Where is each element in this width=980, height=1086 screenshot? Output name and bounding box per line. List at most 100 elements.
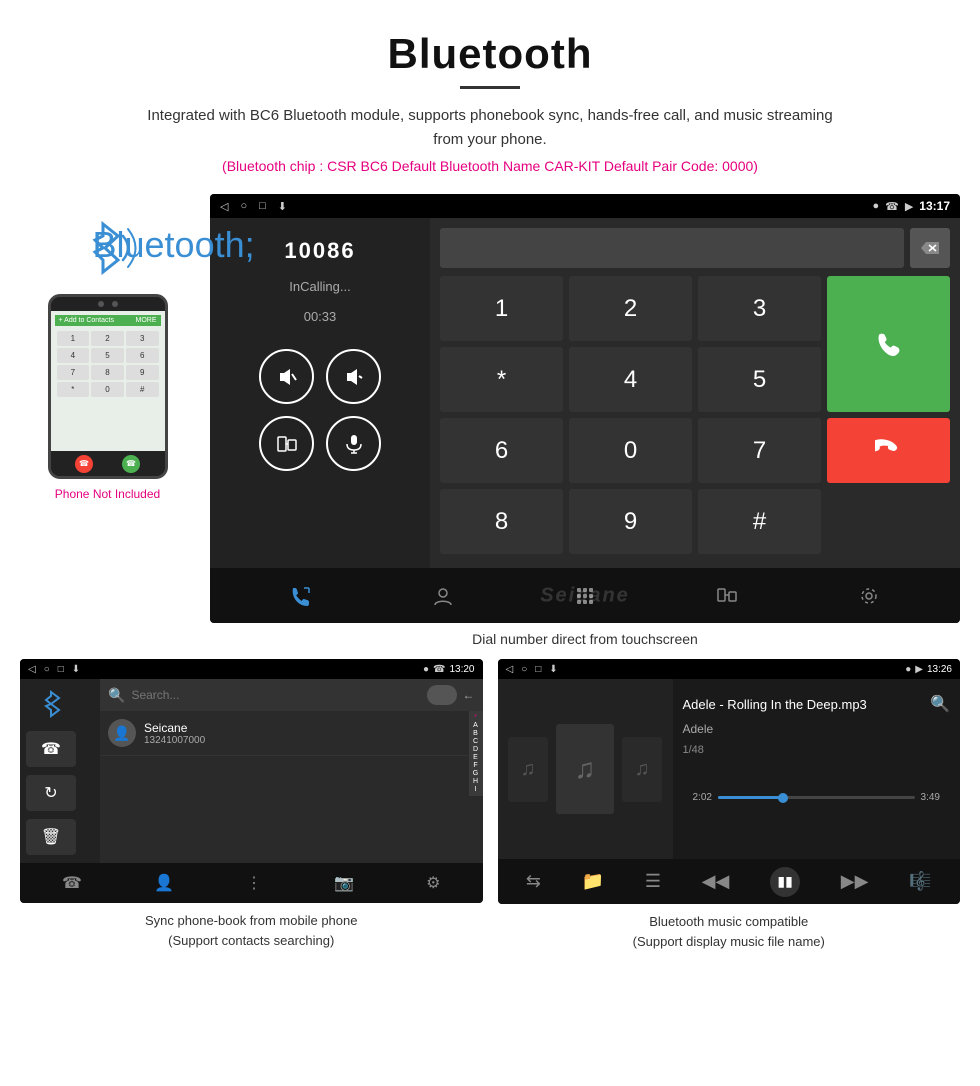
music-playlist-button[interactable]: ☰	[645, 871, 661, 892]
dialpad-key-5[interactable]: 5	[698, 347, 821, 412]
status-time: 13:17	[919, 199, 950, 213]
pb-status-left: ◁ ○ □ ⬇	[28, 662, 80, 676]
bluetooth-icon-area: Bluetooth;	[73, 214, 143, 284]
call-controls	[259, 349, 381, 471]
caller-panel: 10086 InCalling... 00:33	[210, 218, 430, 568]
music-next-button[interactable]: ▶▶	[841, 871, 869, 892]
volume-down-button[interactable]	[326, 349, 381, 404]
music-album-art-next: ♫	[622, 737, 663, 802]
pb-back-arrow[interactable]: ←	[463, 688, 475, 702]
phone-end-call-button[interactable]: ☎	[75, 455, 93, 473]
phone-key-hash[interactable]: #	[126, 382, 159, 397]
music-signal-icon: ▶	[915, 664, 923, 675]
phone-call-button[interactable]: ☎	[122, 455, 140, 473]
music-controls: ⇆ 📁 ☰ ◀◀ ▮▮ ▶▶ 🎼	[498, 859, 961, 904]
pb-nav-settings-icon[interactable]: ⚙	[426, 873, 440, 893]
volume-up-button[interactable]	[259, 349, 314, 404]
pb-index-a: A	[469, 722, 483, 729]
pb-alphabetical-index: * A B C D E F G H I	[469, 711, 483, 796]
recent-nav-icon: □	[259, 200, 266, 212]
call-answer-button[interactable]	[827, 276, 950, 412]
pb-call-sidebar-button[interactable]: ☎	[26, 731, 76, 767]
phone-key-8[interactable]: 8	[91, 365, 124, 380]
music-progress-dot	[778, 793, 788, 803]
caption-phonebook-2: (Support contacts searching)	[168, 933, 334, 948]
transfer-call-button[interactable]	[259, 416, 314, 471]
nav-phone-icon[interactable]	[290, 585, 312, 607]
phone-screen: + Add to Contacts MORE 1 2 3 4 5 6 7 8 9…	[51, 311, 165, 451]
music-home-icon: ○	[521, 664, 527, 675]
call-end-button[interactable]	[827, 418, 950, 483]
call-row-bottom	[259, 416, 381, 471]
dialpad-key-0[interactable]: 0	[569, 418, 692, 483]
status-right: ● ☎ ▶ 13:17	[872, 199, 950, 213]
music-progress-fill	[718, 796, 783, 799]
pb-delete-button[interactable]: 🗑	[26, 819, 76, 855]
bluetooth-symbol-icon: Bluetooth;	[93, 224, 255, 266]
music-search-icon[interactable]: 🔍	[930, 694, 950, 714]
dialpad-key-3[interactable]: 3	[698, 276, 821, 341]
caller-number: 10086	[284, 238, 355, 264]
pb-bluetooth-icon[interactable]	[26, 687, 76, 723]
phone-speaker-dot	[112, 301, 118, 307]
nav-contacts-icon[interactable]	[432, 585, 454, 607]
pb-contact-item[interactable]: 👤 Seicane 13241007000	[100, 711, 469, 756]
dialpad-key-7[interactable]: 7	[698, 418, 821, 483]
pb-time: 13:20	[449, 664, 474, 675]
dialpad-key-2[interactable]: 2	[569, 276, 692, 341]
dialpad-panel: 1 2 3 * 4 5 6 0 7 8 9 #	[430, 218, 960, 568]
end-call-icon	[875, 437, 903, 465]
dialpad-key-8[interactable]: 8	[440, 489, 563, 554]
music-body: ♫ ♫ ♫ Adele - Rolling In the Deep.mp3 🔍 …	[498, 679, 961, 859]
pb-search-input[interactable]	[131, 688, 420, 702]
pb-nav-phone-icon[interactable]: ☎	[62, 873, 82, 893]
dialpad-key-hash[interactable]: #	[698, 489, 821, 554]
phone-key-0[interactable]: 0	[91, 382, 124, 397]
answer-call-icon	[875, 330, 903, 358]
caption-music-1: Bluetooth music compatible	[649, 914, 808, 929]
music-play-pause-button[interactable]: ▮▮	[770, 867, 800, 897]
caption-phonebook-1: Sync phone-book from mobile phone	[145, 913, 357, 928]
phone-key-3[interactable]: 3	[126, 331, 159, 346]
bluetooth-specs: (Bluetooth chip : CSR BC6 Default Blueto…	[20, 158, 960, 174]
caption-phonebook: Sync phone-book from mobile phone (Suppo…	[20, 911, 483, 950]
music-album-art-small: ♫	[508, 737, 549, 802]
music-current-time: 2:02	[693, 792, 712, 803]
dialpad-key-6[interactable]: 6	[440, 418, 563, 483]
mute-button[interactable]	[326, 416, 381, 471]
music-position: 1/48	[683, 744, 951, 756]
phone-key-5[interactable]: 5	[91, 348, 124, 363]
pb-index-b: B	[469, 730, 483, 737]
phone-key-7[interactable]: 7	[57, 365, 90, 380]
music-prev-button[interactable]: ◀◀	[702, 871, 730, 892]
pb-nav-contacts-icon[interactable]: 👤	[154, 873, 174, 893]
phone-key-2[interactable]: 2	[91, 331, 124, 346]
phone-key-9[interactable]: 9	[126, 365, 159, 380]
music-eq-button[interactable]: 🎼	[909, 871, 931, 892]
pb-nav-dialpad-icon[interactable]: ⋮	[246, 873, 262, 893]
title-underline	[460, 86, 520, 89]
music-folder-button[interactable]: 📁	[582, 871, 604, 892]
nav-settings-icon[interactable]	[858, 585, 880, 607]
music-progress-bar[interactable]	[718, 796, 915, 799]
page-description: Integrated with BC6 Bluetooth module, su…	[140, 104, 840, 152]
pb-recent-icon: □	[58, 664, 64, 675]
dialpad-key-4[interactable]: 4	[569, 347, 692, 412]
phone-key-star[interactable]: *	[57, 382, 90, 397]
phone-key-4[interactable]: 4	[57, 348, 90, 363]
phone-key-6[interactable]: 6	[126, 348, 159, 363]
pb-index-g: G	[469, 770, 483, 777]
dialpad-key-1[interactable]: 1	[440, 276, 563, 341]
music-shuffle-button[interactable]: ⇆	[526, 871, 541, 892]
pb-nav-transfer-icon[interactable]: 📷	[334, 873, 354, 893]
dialpad-clear-button[interactable]	[910, 228, 950, 268]
pb-sync-button[interactable]: ↻	[26, 775, 76, 811]
phone-key-1[interactable]: 1	[57, 331, 90, 346]
phone-screen-header: + Add to Contacts MORE	[55, 315, 161, 326]
dialpad-key-star[interactable]: *	[440, 347, 563, 412]
nav-transfer-icon[interactable]	[716, 585, 738, 607]
dialpad-input[interactable]	[440, 228, 904, 268]
dialpad-key-9[interactable]: 9	[569, 489, 692, 554]
pb-index-f: F	[469, 762, 483, 769]
music-loc-icon: ●	[905, 664, 911, 675]
